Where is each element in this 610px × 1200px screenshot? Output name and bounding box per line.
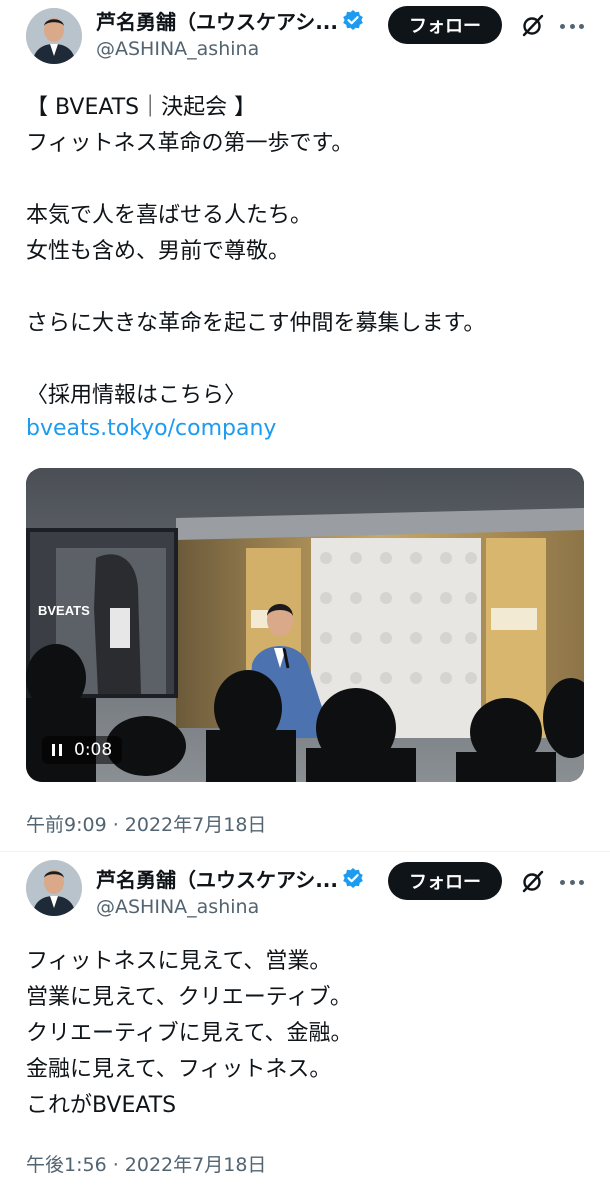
video-controls[interactable]: 0:08 [42, 736, 123, 764]
tweet-2: 芦名勇舗（ユウスケアシ... @ASHINA_ashina フォロー フィットネ… [0, 852, 610, 1200]
follow-button[interactable]: フォロー [388, 862, 502, 900]
author-handle[interactable]: @ASHINA_ashina [96, 896, 259, 918]
verified-badge-icon [342, 9, 364, 31]
follow-button[interactable]: フォロー [388, 6, 502, 44]
grok-icon[interactable] [520, 868, 546, 894]
author-row: 芦名勇舗（ユウスケアシ... [96, 864, 364, 892]
video-frame: BVEATS [26, 468, 584, 782]
video-time: 0:08 [74, 740, 113, 760]
more-icon[interactable] [560, 14, 584, 38]
tweet-text: フィットネスに見えて、営業。 営業に見えて、クリエーティブ。 クリエーティブに見… [26, 949, 353, 1118]
tweet-text: 【 BVEATS｜決起会 】 フィットネス革命の第一歩です。 本気で人を喜ばせる… [26, 95, 486, 408]
author-row: 芦名勇舗（ユウスケアシ... [96, 6, 364, 34]
grok-icon[interactable] [520, 12, 546, 38]
pause-icon[interactable] [52, 744, 62, 756]
timestamp[interactable]: 午前9:09 · 2022年7月18日 [26, 810, 266, 837]
avatar[interactable] [26, 8, 82, 64]
screen-text: BVEATS [38, 603, 90, 618]
tweet-1: 芦名勇舗（ユウスケアシ... @ASHINA_ashina フォロー 【 BVE… [0, 0, 610, 850]
tweet-link[interactable]: bveats.tokyo/company [26, 416, 276, 441]
verified-badge-icon [342, 867, 364, 889]
author-name[interactable]: 芦名勇舗（ユウスケアシ... [96, 6, 338, 35]
author-handle[interactable]: @ASHINA_ashina [96, 38, 259, 60]
author-name[interactable]: 芦名勇舗（ユウスケアシ... [96, 864, 338, 893]
avatar[interactable] [26, 860, 82, 916]
more-icon[interactable] [560, 870, 584, 894]
timestamp[interactable]: 午後1:56 · 2022年7月18日 [26, 1150, 266, 1177]
video-player[interactable]: BVEATS 0:08 [26, 468, 584, 782]
